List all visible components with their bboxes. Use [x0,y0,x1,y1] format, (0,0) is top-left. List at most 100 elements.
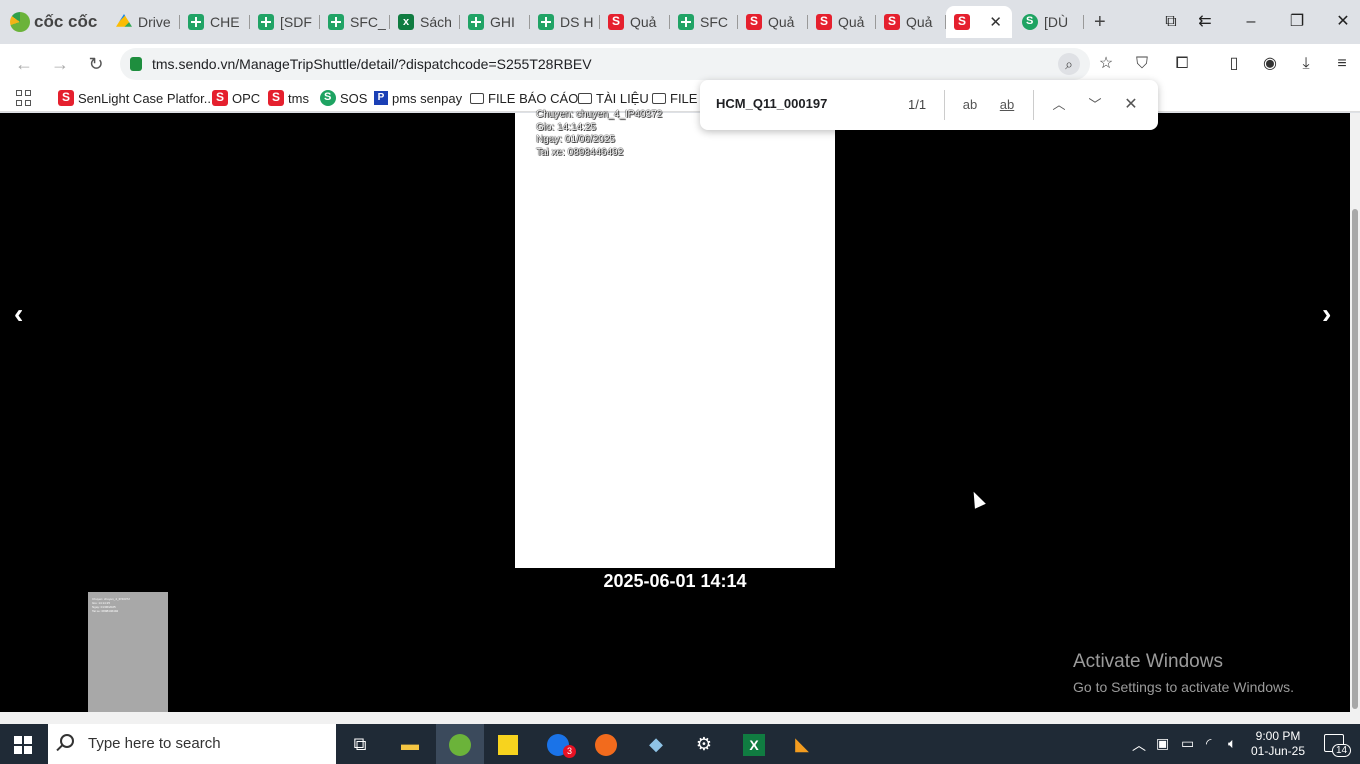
bookmark-label: OPC [232,90,261,106]
browser-tab[interactable]: Drive [108,6,180,38]
bookmark-label: pms senpay [392,90,463,106]
browser-tab[interactable]: SFC [670,6,738,38]
sheet-favicon-icon [188,14,204,30]
scrollbar-thumb[interactable] [1352,209,1358,709]
wifi-icon[interactable]: ◜ [1206,735,1211,752]
tab-strip: cốc cốc Drive CHE [SDF SFC_ x Sách GHI DS H Quả S… [0,0,1360,44]
sendo-icon [58,90,74,106]
tray-chevron-icon[interactable]: ︿ [1132,735,1146,755]
bookmark-star-icon[interactable]: ☆ [1096,54,1116,74]
bookmark-item[interactable]: SOS [320,89,367,107]
thumb-line: Tai xe: 0898446492 [92,609,119,613]
tab-separator [1083,15,1084,29]
bookmark-label: TÀI LIỆU [596,90,649,106]
vpn-icon[interactable] [592,730,620,758]
minimize-button[interactable]: – [1236,8,1266,36]
battery-icon[interactable]: ▭ [1181,735,1194,752]
file-explorer-icon[interactable]: ▬ [396,730,424,758]
bookmark-item[interactable]: tms [268,89,309,107]
coccoc-taskbar-icon[interactable] [436,724,484,764]
split-view-icon[interactable]: ▯ [1224,54,1244,74]
browser-tab[interactable]: [DÙ [1014,6,1084,38]
find-divider [1033,90,1034,120]
bookmark-label: SenLight Case Platfor... [78,90,215,106]
sublime-icon[interactable]: ◣ [788,730,816,758]
browser-tab[interactable]: SFC_ [320,6,390,38]
site-security-icon[interactable] [130,57,142,71]
taskbar-clock[interactable]: 9:00 PM 01-Jun-25 [1246,729,1310,759]
sticky-notes-icon[interactable] [494,730,522,758]
close-tab-icon[interactable]: ✕ [989,13,1002,31]
find-divider [944,90,945,120]
app-icon[interactable]: ◆ [642,730,670,758]
browser-tab[interactable]: [SDF [250,6,320,38]
browser-tab[interactable]: GHI [460,6,530,38]
restore-button[interactable]: ❐ [1282,8,1312,36]
forward-button[interactable]: → [48,52,72,76]
overlay-line: Tai xe: 0898446492 [536,146,624,158]
browser-toolbar: ← → ↻ tms.sendo.vn/ManageTripShuttle/det… [0,44,1360,84]
windows-taskbar: Type here to search ⧉ ▬ 3 ◆ ⚙ X ◣ ︿ ▣ ▭ … [0,724,1360,764]
sendo-favicon-icon [884,14,900,30]
zalo-icon[interactable]: 3 [544,730,576,758]
extensions-icon[interactable]: ⧠ [1172,54,1192,74]
taskbar-search[interactable]: Type here to search [48,724,336,764]
next-image-button[interactable]: › [1322,298,1331,330]
new-tab-button[interactable]: + [1088,6,1116,38]
shield-icon[interactable]: ⛉ [1132,54,1152,74]
tab-title: SFC_ [350,14,386,30]
photo-thumbnail[interactable]: Chuyen: chuyen_4_IP40372 Gio: 14:14:25 N… [88,592,168,712]
apps-grid-icon[interactable] [16,90,32,106]
excel-icon[interactable]: X [740,730,768,758]
watermark-title: Activate Windows [1073,651,1223,672]
close-window-button[interactable]: ✕ [1328,8,1358,36]
find-input[interactable] [716,96,886,111]
volume-icon[interactable]: 🔈︎ [1228,735,1236,752]
tray-display-icon[interactable]: ▣ [1156,735,1169,752]
tab-title: Quả [838,14,865,30]
browser-tab[interactable]: Quả [738,6,808,38]
back-history-icon[interactable]: ⇇ [1190,8,1220,36]
menu-icon[interactable]: ≡ [1332,54,1352,74]
zalo-badge: 3 [563,745,576,758]
address-bar[interactable]: tms.sendo.vn/ManageTripShuttle/detail/?d… [120,48,1090,80]
browser-logo[interactable]: cốc cốc [10,10,97,34]
tab-search-icon[interactable]: ⧉ [1156,8,1186,36]
match-case-toggle[interactable]: ab [959,94,981,116]
browser-tab[interactable]: x Sách [390,6,460,38]
tab-title: [DÙ [1044,14,1069,30]
reload-button[interactable]: ↻ [84,52,108,76]
bookmark-item[interactable]: TÀI LIỆU [578,89,649,107]
find-in-page-icon[interactable]: ⌕ [1058,53,1080,75]
previous-image-button[interactable]: ‹ [14,298,23,330]
find-next-button[interactable]: ﹀ [1084,94,1106,116]
find-previous-button[interactable]: ︿ [1048,94,1070,116]
find-close-button[interactable]: ✕ [1120,94,1142,116]
tab-title: Quả [768,14,795,30]
start-button[interactable] [14,736,32,754]
bookmark-item[interactable]: Ppms senpay [374,89,462,107]
page-scrollbar[interactable] [1350,113,1360,712]
browser-tab[interactable]: CHE [180,6,250,38]
browser-tab[interactable]: ✕ [946,6,1012,38]
settings-gear-icon[interactable]: ⚙ [690,730,718,758]
browser-tab[interactable]: Quả [808,6,876,38]
bookmark-item[interactable]: SenLight Case Platfor... [58,89,215,107]
bookmark-item[interactable]: OPC [212,89,260,107]
watermark-subtitle: Go to Settings to activate Windows. [1073,679,1294,695]
whole-word-toggle[interactable]: ab [996,94,1018,116]
download-icon[interactable]: ⤓ [1296,54,1316,74]
back-button[interactable]: ← [12,52,36,76]
browser-tab[interactable]: Quả [876,6,946,38]
notification-count: 14 [1332,744,1352,757]
sheet-favicon-icon [328,14,344,30]
task-view-icon[interactable]: ⧉ [346,730,374,758]
browser-tab[interactable]: DS H [530,6,600,38]
page-bottom-strip [0,712,1360,724]
tab-title: Drive [138,14,171,30]
thumbnail-overlay: Chuyen: chuyen_4_IP40372 Gio: 14:14:25 N… [92,597,130,613]
find-match-count: 1/1 [908,97,927,112]
browser-tab[interactable]: Quả [600,6,670,38]
bookmark-item[interactable]: FILE BÁO CÁO [470,89,578,107]
profile-icon[interactable]: ◉ [1260,54,1280,74]
